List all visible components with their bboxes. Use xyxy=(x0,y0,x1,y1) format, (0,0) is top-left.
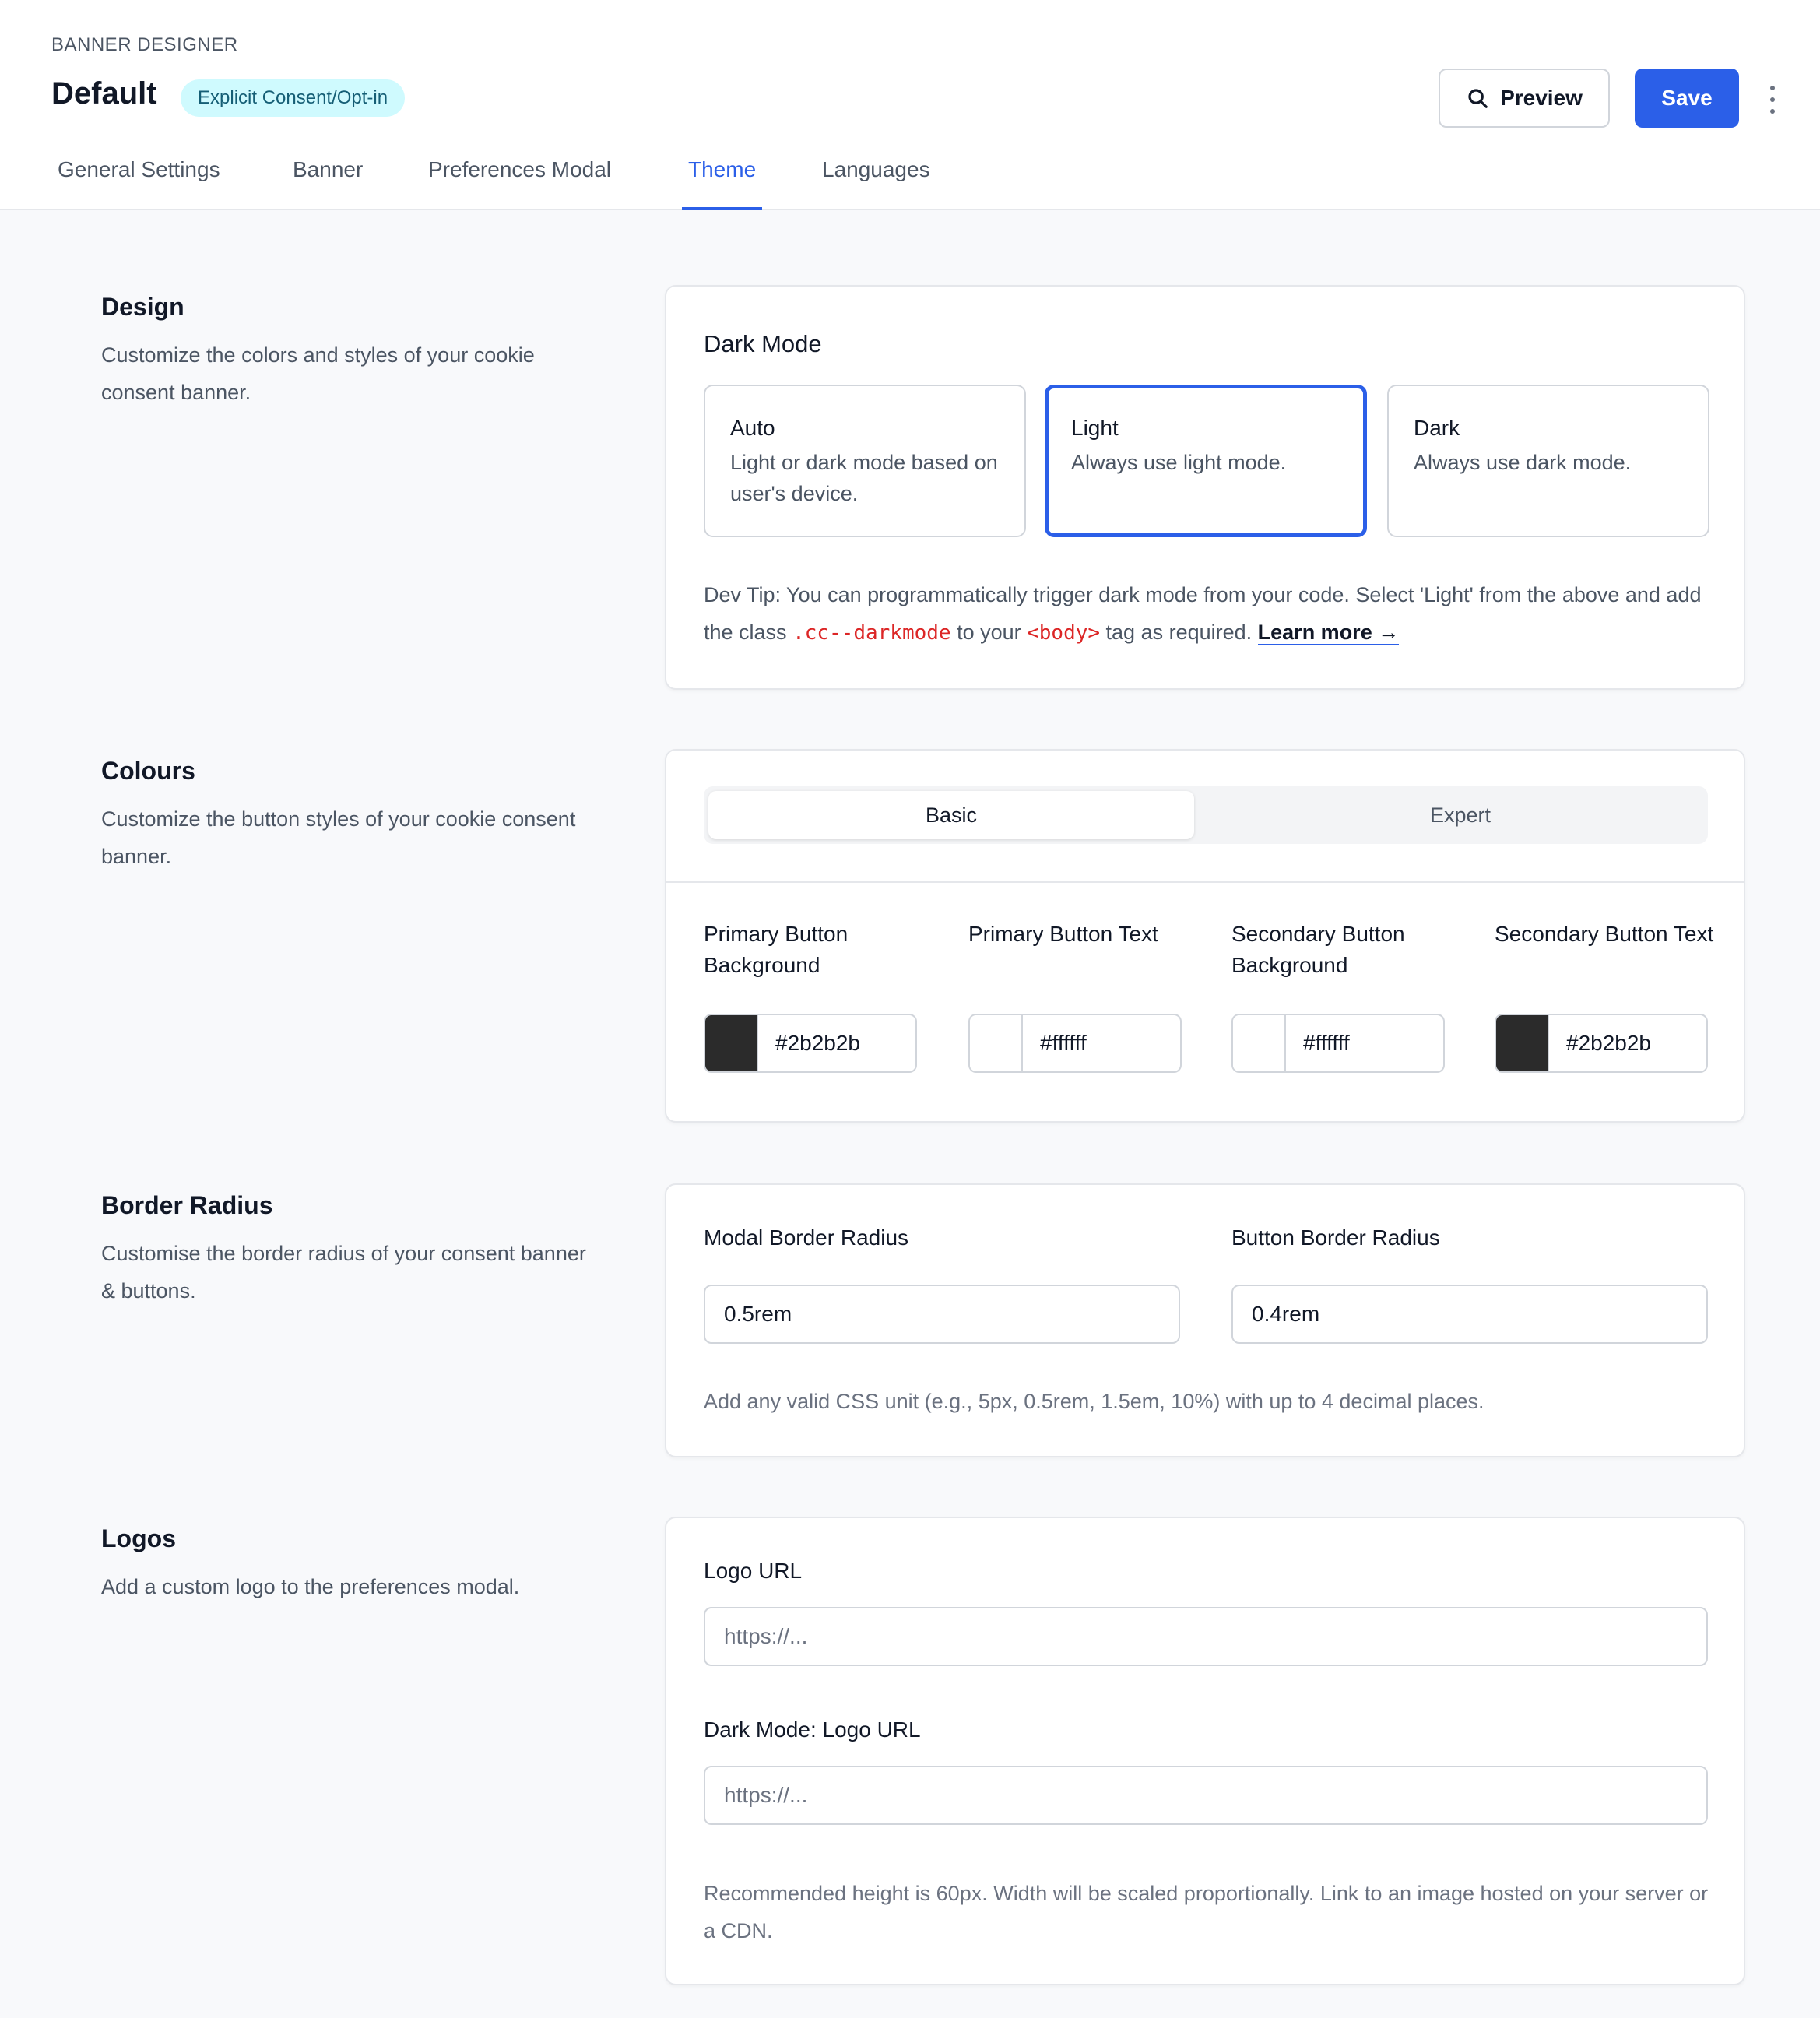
option-description: Always use light mode. xyxy=(1071,451,1287,474)
tab-general-settings[interactable]: General Settings xyxy=(51,153,227,210)
design-section-title: Design xyxy=(101,293,184,321)
logo-url-label: Logo URL xyxy=(704,1559,803,1583)
modal-radius-label: Modal Border Radius xyxy=(704,1225,909,1250)
border-radius-card: Modal Border Radius Button Border Radius… xyxy=(665,1183,1745,1457)
dark-mode-option-auto[interactable]: Auto Light or dark mode based on user's … xyxy=(704,385,1026,537)
dark-mode-heading: Dark Mode xyxy=(704,330,822,357)
secondary-text-color-input[interactable]: #2b2b2b xyxy=(1495,1014,1708,1073)
dark-logo-url-label: Dark Mode: Logo URL xyxy=(704,1717,921,1742)
page-header: BANNER DESIGNER Default Explicit Consent… xyxy=(0,0,1820,210)
color-swatch[interactable] xyxy=(1233,1015,1286,1071)
tab-preferences-modal[interactable]: Preferences Modal xyxy=(422,153,617,210)
border-radius-help: Add any valid CSS unit (e.g., 5px, 0.5re… xyxy=(704,1390,1484,1413)
primary-bg-label: Primary Button Background xyxy=(704,922,849,977)
dark-mode-card: Dark Mode Auto Light or dark mode based … xyxy=(665,285,1745,690)
design-section-description: Customize the colors and styles of your … xyxy=(101,343,535,404)
logos-card: Logo URL https://... Dark Mode: Logo URL… xyxy=(665,1517,1745,1985)
dev-tip: Dev Tip: You can programmatically trigge… xyxy=(704,576,1716,652)
option-title: Dark xyxy=(1414,416,1460,440)
consent-type-badge: Explicit Consent/Opt-in xyxy=(181,79,406,117)
button-radius-input[interactable]: 0.4rem xyxy=(1231,1285,1708,1344)
search-icon xyxy=(1468,89,1488,108)
primary-bg-color-input[interactable]: #2b2b2b xyxy=(704,1014,917,1073)
more-options-icon[interactable] xyxy=(1761,86,1784,114)
border-radius-section-title: Border Radius xyxy=(101,1191,273,1219)
dark-logo-url-input[interactable]: https://... xyxy=(704,1766,1708,1825)
secondary-text-label: Secondary Button Text xyxy=(1495,922,1714,946)
page-title: Default xyxy=(51,76,157,111)
option-description: Light or dark mode based on user's devic… xyxy=(730,451,998,505)
preview-label: Preview xyxy=(1500,86,1583,110)
tab-banner[interactable]: Banner xyxy=(286,153,369,210)
basic-mode-tab[interactable]: Basic xyxy=(708,791,1194,839)
modal-radius-input[interactable]: 0.5rem xyxy=(704,1285,1180,1344)
preview-button[interactable]: Preview xyxy=(1439,69,1610,128)
secondary-bg-label: Secondary Button Background xyxy=(1231,922,1405,977)
tab-theme[interactable]: Theme xyxy=(682,153,763,210)
secondary-bg-color-input[interactable]: #ffffff xyxy=(1231,1014,1445,1073)
logos-section-title: Logos xyxy=(101,1524,176,1552)
color-swatch[interactable] xyxy=(970,1015,1023,1071)
button-radius-label: Button Border Radius xyxy=(1231,1225,1440,1250)
expert-mode-tab[interactable]: Expert xyxy=(1217,791,1703,839)
hex-value[interactable]: #ffffff xyxy=(1040,1015,1087,1071)
hex-value[interactable]: #ffffff xyxy=(1303,1015,1350,1071)
logos-section-description: Add a custom logo to the preferences mod… xyxy=(101,1575,520,1598)
color-swatch[interactable] xyxy=(705,1015,758,1071)
dark-mode-option-light[interactable]: Light Always use light mode. xyxy=(1045,385,1367,537)
divider xyxy=(666,881,1744,883)
border-radius-section-description: Customise the border radius of your cons… xyxy=(101,1242,586,1303)
save-button[interactable]: Save xyxy=(1635,69,1739,128)
dark-mode-option-dark[interactable]: Dark Always use dark mode. xyxy=(1387,385,1709,537)
darkmode-class-code: .cc--darkmode xyxy=(792,621,951,645)
colours-card: Basic Expert Primary Button Background P… xyxy=(665,749,1745,1123)
colours-section-title: Colours xyxy=(101,757,195,785)
colour-mode-toggle: Basic Expert xyxy=(704,786,1708,844)
tab-bar: General Settings Banner Preferences Moda… xyxy=(0,153,1820,210)
colours-section-description: Customize the button styles of your cook… xyxy=(101,807,576,868)
option-description: Always use dark mode. xyxy=(1414,451,1632,474)
hex-value[interactable]: #2b2b2b xyxy=(1566,1015,1651,1071)
body-tag-code: <body> xyxy=(1027,621,1101,645)
tab-languages[interactable]: Languages xyxy=(816,153,936,210)
primary-text-label: Primary Button Text xyxy=(968,922,1158,946)
logos-help: Recommended height is 60px. Width will b… xyxy=(704,1882,1709,1942)
primary-text-color-input[interactable]: #ffffff xyxy=(968,1014,1182,1073)
option-title: Light xyxy=(1071,416,1119,440)
color-swatch[interactable] xyxy=(1496,1015,1549,1071)
logo-url-input[interactable]: https://... xyxy=(704,1607,1708,1666)
dev-tip-text: tag as required. xyxy=(1100,621,1258,644)
dev-tip-text: to your xyxy=(950,621,1028,644)
learn-more-link[interactable]: Learn more → xyxy=(1257,621,1400,645)
option-title: Auto xyxy=(730,416,775,440)
hex-value[interactable]: #2b2b2b xyxy=(775,1015,860,1071)
eyebrow-label: BANNER DESIGNER xyxy=(51,34,238,55)
